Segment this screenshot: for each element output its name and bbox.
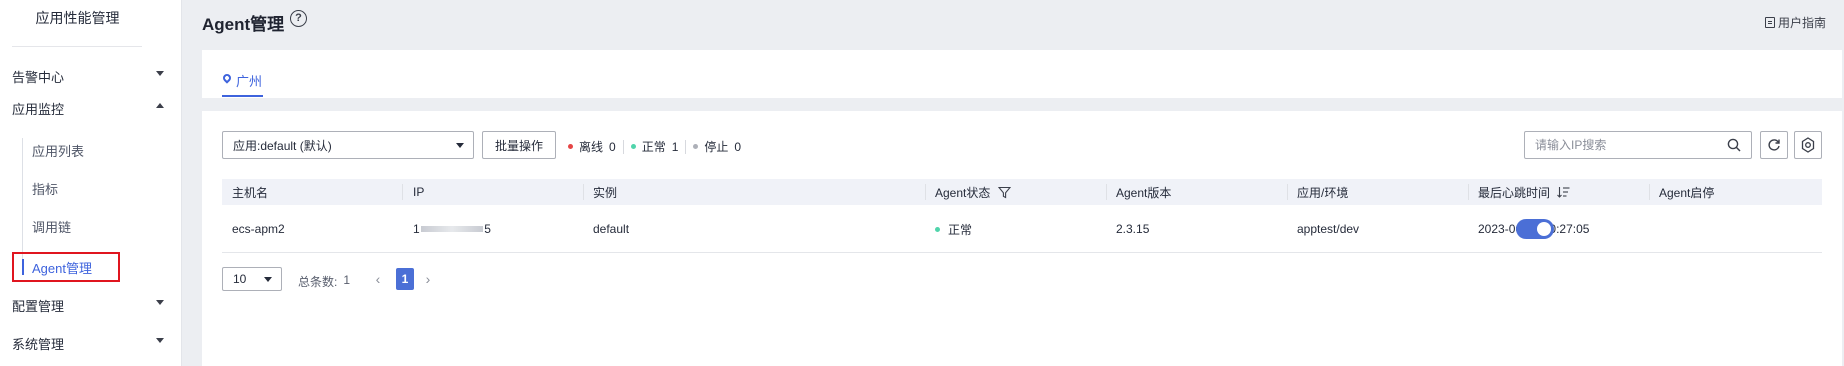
sidebar-item-label: 应用监控: [12, 101, 65, 117]
sidebar-subitem-app-list[interactable]: 应用列表: [32, 139, 84, 161]
sidebar-subitem-metrics[interactable]: 指标: [32, 177, 58, 199]
total-label: 总条数:: [298, 275, 338, 289]
document-edit-icon: [1764, 17, 1775, 28]
sidebar-subitem-agent-management[interactable]: Agent管理: [32, 256, 92, 278]
sidebar-item-config-management[interactable]: 配置管理: [0, 293, 182, 317]
column-header-instance: 实例: [593, 185, 618, 200]
sidebar-item-app-monitoring[interactable]: 应用监控: [0, 96, 182, 120]
status-label: 停止: [704, 140, 729, 154]
chevron-up-icon: [156, 103, 164, 108]
refresh-icon: [1768, 139, 1780, 151]
cell-app-env: apptest/dev: [1297, 222, 1360, 236]
status-stopped[interactable]: 停止 0: [686, 138, 748, 155]
page-size-value: 10: [233, 272, 247, 286]
total-count: 总条数: 1: [298, 273, 350, 290]
column-header-app-env: 应用/环境: [1297, 185, 1349, 200]
page-title: Agent管理: [202, 15, 285, 34]
status-dot-normal: [630, 144, 636, 149]
cell-ip: 1 5: [403, 205, 491, 253]
chevron-right-icon[interactable]: ›: [420, 271, 436, 287]
chevron-left-icon[interactable]: ‹: [370, 271, 386, 287]
status-label: 正常: [641, 140, 666, 154]
chevron-down-icon: [156, 71, 164, 76]
column-header-ip: IP: [413, 185, 425, 199]
column-header-label: 最后心跳时间: [1478, 185, 1551, 200]
ip-visible-suffix: 5: [484, 222, 492, 236]
status-text: 正常: [948, 222, 973, 237]
cell-agent-status: 正常: [925, 205, 972, 253]
application-select-value: 应用:default (默认): [233, 138, 332, 153]
agent-list-panel: 应用:default (默认) 批量操作 离线 0 正常 1 停止 0 请输入I…: [202, 111, 1842, 366]
sort-icon[interactable]: [1557, 186, 1570, 198]
status-normal[interactable]: 正常 1: [624, 138, 686, 155]
cell-hostname: ecs-apm2: [232, 222, 285, 236]
caret-down-icon: [456, 143, 464, 148]
agent-enable-toggle[interactable]: [1516, 219, 1554, 239]
column-header-agent-status: Agent状态: [925, 179, 1012, 205]
status-count: 0: [609, 139, 616, 154]
column-header-label: Agent状态: [935, 185, 991, 200]
column-header-hostname: 主机名: [232, 185, 269, 200]
page-size-select[interactable]: 10: [222, 267, 282, 291]
cell-agent-version: 2.3.15: [1116, 222, 1150, 236]
sidebar-item-label: 告警中心: [12, 69, 65, 85]
column-header-last-heartbeat: 最后心跳时间: [1468, 179, 1570, 205]
status-dot-normal: [935, 226, 940, 232]
ip-search-box: [1524, 131, 1752, 159]
gear-icon: [1801, 137, 1815, 153]
status-dot-offline: [568, 144, 573, 149]
page-header: Agent管理 ? 用户指南: [183, 0, 1844, 44]
user-guide-link[interactable]: 用户指南: [1764, 14, 1826, 31]
batch-operation-button[interactable]: 批量操作: [482, 131, 556, 159]
user-guide-label: 用户指南: [1777, 16, 1826, 30]
tab-label: 广州: [236, 74, 263, 89]
settings-button[interactable]: [1794, 131, 1822, 159]
chevron-down-icon: [156, 300, 164, 305]
sidebar-subitem-trace[interactable]: 调用链: [32, 215, 71, 237]
sidebar-item-label: 配置管理: [12, 298, 65, 314]
sidebar-item-system-management[interactable]: 系统管理: [0, 331, 182, 355]
sidebar-item-label: 系统管理: [12, 336, 65, 352]
application-select[interactable]: 应用:default (默认): [222, 131, 474, 159]
ip-search-input[interactable]: [1535, 138, 1715, 152]
column-header-agent-version: Agent版本: [1116, 185, 1172, 200]
status-count: 0: [734, 139, 742, 154]
refresh-button[interactable]: [1760, 131, 1788, 159]
status-count: 1: [671, 139, 679, 154]
status-offline[interactable]: 离线 0: [568, 138, 623, 155]
tab-region-guangzhou[interactable]: 广州: [221, 71, 264, 97]
total-value: 1: [343, 273, 351, 287]
sidebar-divider: [12, 46, 142, 47]
ip-visible-prefix: 1: [413, 222, 421, 236]
search-icon[interactable]: [1727, 138, 1741, 152]
chevron-down-icon: [156, 338, 164, 343]
active-item-indicator: [22, 259, 24, 275]
app-title: 应用性能管理: [35, 10, 120, 26]
sidebar-item-alarm-center[interactable]: 告警中心: [0, 64, 182, 88]
ip-redaction: [421, 226, 484, 232]
sidebar: 应用性能管理 告警中心 应用监控 应用列表 指标 调用链 Agent管理 配置管…: [0, 0, 182, 366]
region-tab-panel: 广州: [202, 50, 1842, 98]
status-label: 离线: [579, 140, 604, 154]
column-header-agent-toggle: Agent启停: [1659, 185, 1715, 200]
caret-down-icon: [264, 277, 272, 282]
current-page-button[interactable]: 1: [396, 268, 414, 290]
filter-icon[interactable]: [998, 186, 1012, 199]
agent-status-summary: 离线 0 正常 1 停止 0: [568, 138, 748, 155]
status-dot-stopped: [693, 144, 699, 149]
agent-table-header: 主机名 IP 实例 Agent状态 Agent版本 应用/环境 最后心跳时间 A…: [222, 179, 1822, 205]
location-pin-icon: [221, 72, 233, 84]
table-row: ecs-apm2 1 5 default 正常 2.3.15 apptest/d…: [222, 205, 1822, 253]
cell-instance: default: [593, 222, 630, 236]
question-circle-icon[interactable]: ?: [290, 10, 307, 27]
